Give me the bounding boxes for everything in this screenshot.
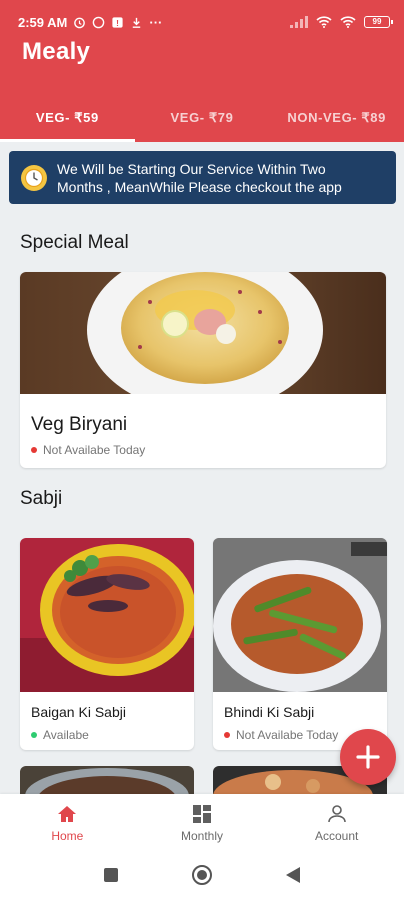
- recents-icon[interactable]: [103, 867, 119, 883]
- nav-home[interactable]: Home: [0, 794, 135, 850]
- sabji-name-bhindi: Bhindi Ki Sabji: [224, 704, 315, 720]
- notice-line-2: Months , MeanWhile Please checkout the a…: [57, 178, 342, 195]
- app-title: Mealy: [22, 38, 91, 65]
- more-notifications-icon: ···: [149, 14, 163, 30]
- special-meal-availability: Not Availabe Today: [31, 443, 145, 457]
- status-dot-icon: [31, 447, 37, 453]
- sabji-peek-image: [25, 768, 189, 796]
- battery-icon: 99: [364, 16, 393, 28]
- status-dot-icon: [31, 732, 37, 738]
- add-fab-button[interactable]: [340, 729, 396, 785]
- status-bar: 2:59 AM ! ··· 99: [18, 12, 393, 32]
- notice-line-1: We Will be Starting Our Service Within T…: [57, 160, 326, 177]
- price-tabs: VEG- ₹59 VEG- ₹79 NON-VEG- ₹89: [0, 100, 404, 142]
- system-navigation-bar: [0, 850, 404, 900]
- nav-account-label: Account: [315, 829, 359, 843]
- status-time: 2:59 AM: [18, 14, 68, 30]
- home-circle-icon[interactable]: [191, 864, 213, 886]
- wifi-icon-2: [340, 16, 356, 28]
- special-meal-name: Veg Biryani: [31, 414, 128, 435]
- availability-label: Not Availabe Today: [43, 443, 146, 457]
- special-meal-card[interactable]: Veg Biryani Not Availabe Today: [20, 272, 386, 468]
- person-icon: [327, 805, 346, 823]
- nav-monthly[interactable]: Monthly: [135, 794, 270, 850]
- tab-nonveg-89[interactable]: NON-VEG- ₹89: [269, 100, 404, 142]
- tab-veg-59[interactable]: VEG- ₹59: [0, 100, 135, 142]
- special-meal-heading: Special Meal: [20, 232, 129, 253]
- wifi-icon: [316, 16, 332, 28]
- sabji-availability-bhindi: Not Availabe Today: [224, 728, 338, 742]
- baigan-sabji-image: [20, 538, 194, 692]
- notice-text: We Will be Starting Our Service Within T…: [57, 160, 342, 196]
- clock-icon: [21, 164, 47, 191]
- bhindi-sabji-image: [213, 538, 387, 692]
- app-bar: 2:59 AM ! ··· 99 Mealy VEG- ₹59 VEG- ₹79…: [0, 0, 404, 142]
- availability-label: Availabe: [43, 728, 89, 742]
- sabji-heading: Sabji: [20, 488, 63, 509]
- availability-label: Not Availabe Today: [236, 728, 339, 742]
- back-icon[interactable]: [285, 866, 301, 884]
- notification-icon: !: [112, 16, 123, 28]
- sabji-card-peek[interactable]: [20, 766, 194, 796]
- nav-home-label: Home: [51, 829, 84, 843]
- status-dot-icon: [224, 732, 230, 738]
- service-notice-banner: We Will be Starting Our Service Within T…: [9, 151, 396, 204]
- nav-monthly-label: Monthly: [180, 829, 224, 843]
- download-icon: [133, 17, 141, 28]
- nav-account[interactable]: Account: [269, 794, 404, 850]
- sabji-card-bhindi[interactable]: Bhindi Ki Sabji Not Availabe Today: [213, 538, 387, 750]
- sabji-availability-baigan: Availabe: [31, 728, 89, 742]
- plus-icon: [356, 745, 380, 769]
- tab-veg-79[interactable]: VEG- ₹79: [135, 100, 270, 142]
- home-icon: [58, 806, 77, 822]
- grid-icon: [193, 805, 211, 823]
- bottom-navigation: Home Monthly Account: [0, 794, 404, 850]
- svg-text:!: !: [116, 18, 119, 28]
- alarm-icon: [74, 17, 86, 28]
- signal-icon: [290, 16, 308, 28]
- sabji-card-baigan[interactable]: Baigan Ki Sabji Availabe: [20, 538, 194, 750]
- sabji-name-baigan: Baigan Ki Sabji: [31, 704, 126, 720]
- veg-biryani-image: [20, 272, 386, 394]
- whatsapp-icon: [93, 16, 105, 28]
